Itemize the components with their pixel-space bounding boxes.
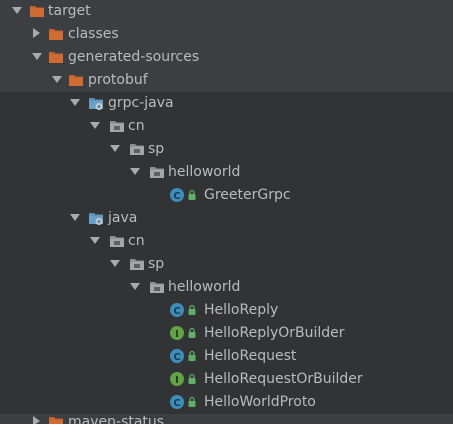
readonly-lock-icon [187, 396, 197, 408]
tree-node-java-cn[interactable]: cn [0, 230, 453, 253]
package-folder-icon [109, 233, 125, 249]
tree-node-label: classes [68, 26, 119, 42]
tree-node-grpc-java[interactable]: grpc-java [0, 92, 453, 115]
tree-node-label: HelloRequest [204, 348, 297, 364]
collapsed-arrow-icon[interactable] [33, 28, 40, 38]
collapsed-arrow-icon[interactable] [33, 416, 40, 424]
tree-node-label: protobuf [88, 72, 148, 88]
tree-node-label: maven-status [68, 414, 165, 424]
package-folder-icon [129, 141, 145, 157]
expand-arrow-icon[interactable] [32, 53, 42, 60]
tree-node-label: cn [128, 118, 145, 134]
tree-node-label: GreeterGrpc [204, 187, 291, 203]
expand-arrow-icon[interactable] [90, 122, 100, 129]
tree-node-label: java [108, 210, 138, 226]
tree-node-java[interactable]: java [0, 207, 453, 230]
package-folder-icon [109, 118, 125, 134]
tree-node-label: cn [128, 233, 145, 249]
package-folder-icon [149, 279, 165, 295]
tree-node-greetergrpc[interactable]: GreeterGrpc [0, 184, 453, 207]
project-tree: target classes generated-sources protobu… [0, 0, 453, 424]
expand-arrow-icon[interactable] [52, 76, 62, 83]
expand-arrow-icon[interactable] [70, 214, 80, 221]
readonly-lock-icon [187, 350, 197, 362]
expand-arrow-icon[interactable] [70, 99, 80, 106]
tree-node-generated-sources[interactable]: generated-sources [0, 46, 453, 69]
expand-arrow-icon[interactable] [130, 168, 140, 175]
tree-node-label: sp [148, 141, 165, 157]
tree-node-maven-status[interactable]: maven-status [0, 412, 453, 424]
interface-icon [169, 325, 185, 341]
package-folder-icon [129, 256, 145, 272]
tree-node-label: HelloReplyOrBuilder [204, 325, 345, 341]
tree-node-java-helloworld[interactable]: helloworld [0, 276, 453, 299]
tree-node-label: sp [148, 256, 165, 272]
tree-node-hellorequest[interactable]: HelloRequest [0, 345, 453, 368]
tree-node-label: generated-sources [68, 49, 200, 65]
excluded-folder-icon [68, 72, 84, 88]
tree-node-target[interactable]: target [0, 0, 453, 23]
excluded-folder-icon [29, 3, 45, 19]
tree-node-label: target [48, 3, 91, 19]
tree-node-label: helloworld [168, 279, 241, 295]
tree-node-grpc-java-sp[interactable]: sp [0, 138, 453, 161]
class-icon [169, 302, 185, 318]
tree-node-hellorequestorbuilder[interactable]: HelloRequestOrBuilder [0, 368, 453, 391]
generated-source-root-icon [88, 210, 104, 226]
readonly-lock-icon [187, 373, 197, 385]
tree-node-label: HelloWorldProto [204, 394, 316, 410]
expand-arrow-icon[interactable] [110, 145, 120, 152]
readonly-lock-icon [187, 189, 197, 201]
package-folder-icon [149, 164, 165, 180]
tree-node-helloreplyorbuilder[interactable]: HelloReplyOrBuilder [0, 322, 453, 345]
tree-node-label: helloworld [168, 164, 241, 180]
readonly-lock-icon [187, 327, 197, 339]
generated-source-root-icon [88, 95, 104, 111]
tree-node-classes[interactable]: classes [0, 23, 453, 46]
interface-icon [169, 371, 185, 387]
tree-node-label: HelloReply [204, 302, 279, 318]
class-icon [169, 187, 185, 203]
tree-node-helloreply[interactable]: HelloReply [0, 299, 453, 322]
tree-node-label: grpc-java [108, 95, 174, 111]
tree-node-protobuf[interactable]: protobuf [0, 69, 453, 92]
tree-node-grpc-java-cn[interactable]: cn [0, 115, 453, 138]
tree-node-helloworldproto[interactable]: HelloWorldProto [0, 391, 453, 414]
tree-node-grpc-java-helloworld[interactable]: helloworld [0, 161, 453, 184]
excluded-folder-icon [48, 26, 64, 42]
excluded-folder-icon [48, 414, 64, 424]
expand-arrow-icon[interactable] [110, 260, 120, 267]
readonly-lock-icon [187, 304, 197, 316]
expand-arrow-icon[interactable] [130, 283, 140, 290]
class-icon [169, 348, 185, 364]
expand-arrow-icon[interactable] [90, 237, 100, 244]
class-icon [169, 394, 185, 410]
excluded-folder-icon [48, 49, 64, 65]
tree-node-label: HelloRequestOrBuilder [204, 371, 363, 387]
tree-node-java-sp[interactable]: sp [0, 253, 453, 276]
expand-arrow-icon[interactable] [12, 7, 22, 14]
